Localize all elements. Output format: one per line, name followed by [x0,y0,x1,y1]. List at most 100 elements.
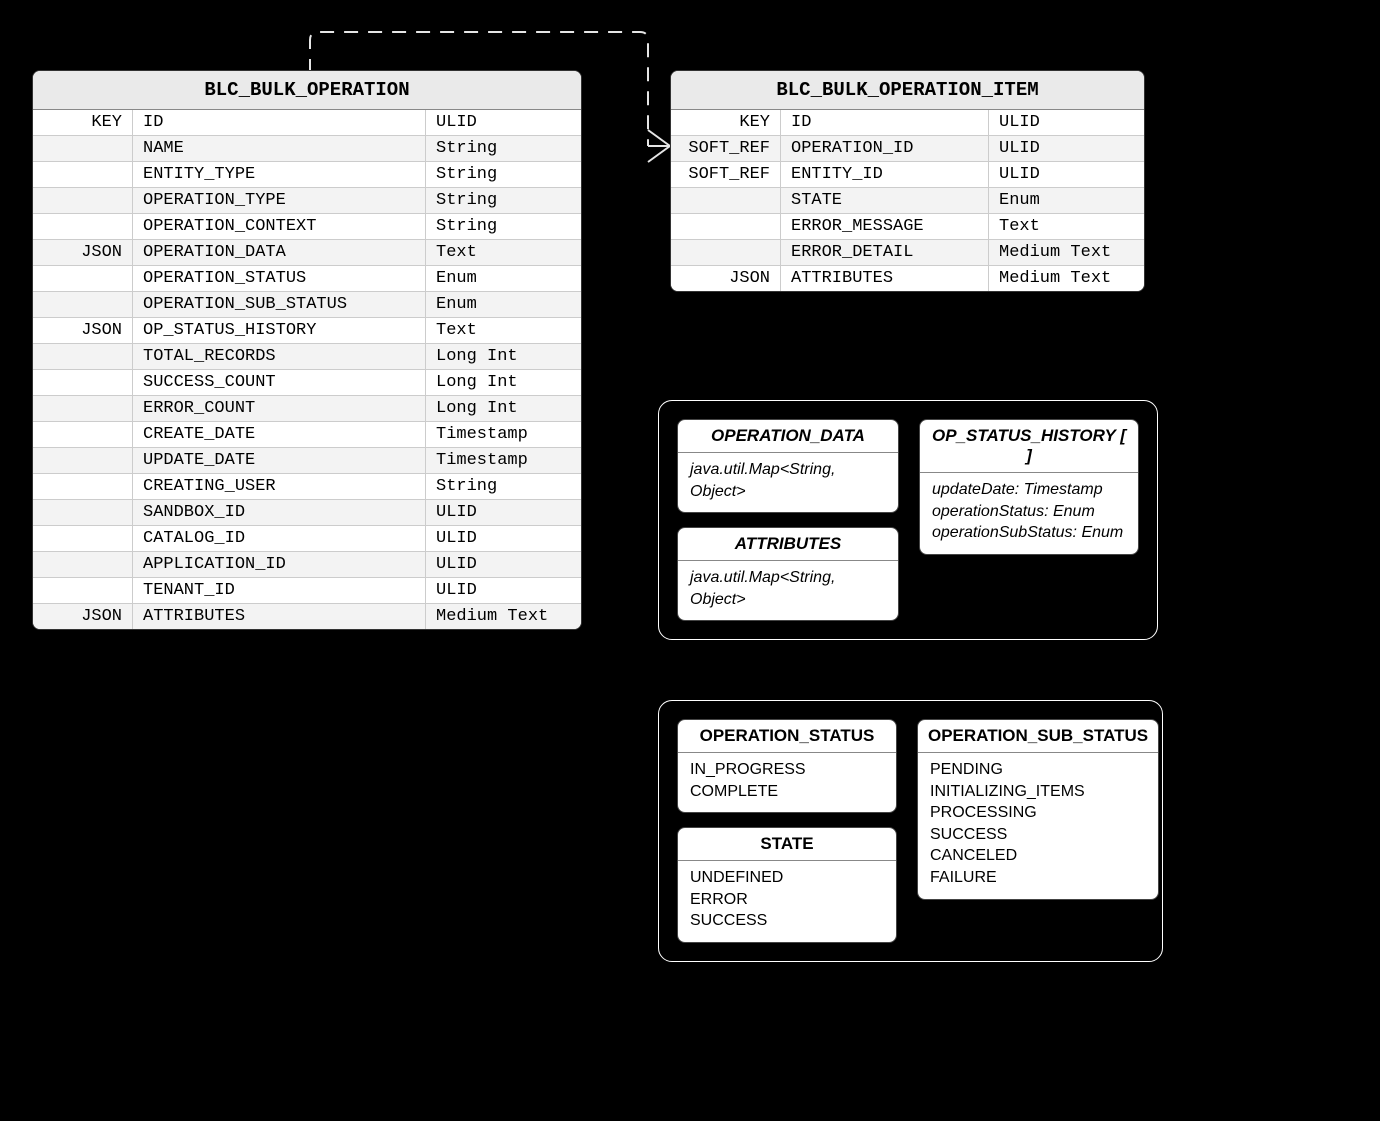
col-name: ENTITY_ID [781,162,989,187]
col-name: UPDATE_DATE [133,448,426,473]
entity-title: BLC_BULK_OPERATION [33,71,581,110]
card-operation-sub-status: OPERATION_SUB_STATUS PENDINGINITIALIZING… [917,719,1159,900]
col-type: String [426,188,581,213]
col-qualifier [33,552,133,577]
list-item: UNDEFINED [690,867,884,889]
card-title: OPERATION_STATUS [678,720,896,753]
col-type: Long Int [426,370,581,395]
col-qualifier [671,214,781,239]
col-name: CATALOG_ID [133,526,426,551]
table-row: TENANT_IDULID [33,577,581,603]
card-title: ATTRIBUTES [678,528,898,561]
card-state: STATE UNDEFINEDERRORSUCCESS [677,827,897,943]
col-type: Long Int [426,344,581,369]
col-name: TENANT_ID [133,578,426,603]
table-row: NAMEString [33,135,581,161]
card-title: OPERATION_SUB_STATUS [918,720,1158,753]
col-type: ULID [989,136,1144,161]
col-qualifier: KEY [671,110,781,135]
col-name: CREATE_DATE [133,422,426,447]
table-row: OPERATION_CONTEXTString [33,213,581,239]
enums-panel: OPERATION_STATUS IN_PROGRESSCOMPLETE STA… [658,700,1163,962]
card-title: STATE [678,828,896,861]
col-name: ID [133,110,426,135]
table-row: JSONATTRIBUTESMedium Text [33,603,581,629]
col-qualifier: JSON [33,604,133,629]
table-row: CREATE_DATETimestamp [33,421,581,447]
table-row: CREATING_USERString [33,473,581,499]
col-type: Timestamp [426,422,581,447]
list-item: COMPLETE [690,781,884,803]
card-op-status-history: OP_STATUS_HISTORY [ ] updateDate: Timest… [919,419,1139,555]
table-row: OPERATION_TYPEString [33,187,581,213]
col-type: ULID [989,162,1144,187]
col-qualifier: SOFT_REF [671,136,781,161]
col-name: TOTAL_RECORDS [133,344,426,369]
table-row: ERROR_DETAILMedium Text [671,239,1144,265]
col-name: ERROR_MESSAGE [781,214,989,239]
col-qualifier [671,188,781,213]
col-type: String [426,214,581,239]
col-name: ERROR_DETAIL [781,240,989,265]
col-name: OPERATION_STATUS [133,266,426,291]
card-body: java.util.Map<String, Object> [678,453,898,512]
col-name: ENTITY_TYPE [133,162,426,187]
table-row: SUCCESS_COUNTLong Int [33,369,581,395]
list-item: SUCCESS [930,824,1146,846]
col-type: String [426,162,581,187]
col-name: CREATING_USER [133,474,426,499]
entity-bulk-operation: BLC_BULK_OPERATION KEYIDULIDNAMEStringEN… [32,70,582,630]
col-qualifier [33,266,133,291]
col-name: OP_STATUS_HISTORY [133,318,426,343]
list-item: PENDING [930,759,1146,781]
col-type: ULID [426,500,581,525]
col-name: OPERATION_CONTEXT [133,214,426,239]
table-row: JSONATTRIBUTESMedium Text [671,265,1144,291]
card-operation-data: OPERATION_DATA java.util.Map<String, Obj… [677,419,899,513]
col-name: SANDBOX_ID [133,500,426,525]
table-row: UPDATE_DATETimestamp [33,447,581,473]
col-name: OPERATION_DATA [133,240,426,265]
col-qualifier: SOFT_REF [671,162,781,187]
table-row: JSONOPERATION_DATAText [33,239,581,265]
col-qualifier: KEY [33,110,133,135]
col-name: OPERATION_TYPE [133,188,426,213]
col-qualifier [33,136,133,161]
card-body: PENDINGINITIALIZING_ITEMSPROCESSINGSUCCE… [918,753,1158,899]
col-qualifier [33,422,133,447]
col-type: ULID [426,526,581,551]
col-type: ULID [426,578,581,603]
col-name: APPLICATION_ID [133,552,426,577]
list-item: PROCESSING [930,802,1146,824]
col-qualifier: JSON [33,240,133,265]
col-name: ATTRIBUTES [781,266,989,291]
entity-bulk-operation-item: BLC_BULK_OPERATION_ITEM KEYIDULIDSOFT_RE… [670,70,1145,292]
col-type: Medium Text [989,266,1144,291]
card-title: OPERATION_DATA [678,420,898,453]
col-type: String [426,136,581,161]
table-row: SOFT_REFENTITY_IDULID [671,161,1144,187]
list-item: FAILURE [930,867,1146,889]
col-qualifier [33,448,133,473]
col-name: OPERATION_ID [781,136,989,161]
col-qualifier [33,578,133,603]
col-type: ULID [426,110,581,135]
list-item: operationSubStatus: Enum [932,522,1126,544]
card-body: IN_PROGRESSCOMPLETE [678,753,896,812]
col-type: ULID [989,110,1144,135]
col-type: Long Int [426,396,581,421]
table-row: KEYIDULID [671,110,1144,135]
card-body: UNDEFINEDERRORSUCCESS [678,861,896,942]
card-body: java.util.Map<String, Object> [678,561,898,620]
col-name: OPERATION_SUB_STATUS [133,292,426,317]
col-qualifier [671,240,781,265]
table-row: ERROR_COUNTLong Int [33,395,581,421]
card-body: updateDate: TimestampoperationStatus: En… [920,473,1138,554]
col-name: SUCCESS_COUNT [133,370,426,395]
col-type: Enum [989,188,1144,213]
card-title: OP_STATUS_HISTORY [ ] [920,420,1138,473]
list-item: SUCCESS [690,910,884,932]
table-row: APPLICATION_IDULID [33,551,581,577]
table-row: JSONOP_STATUS_HISTORYText [33,317,581,343]
col-qualifier [33,214,133,239]
